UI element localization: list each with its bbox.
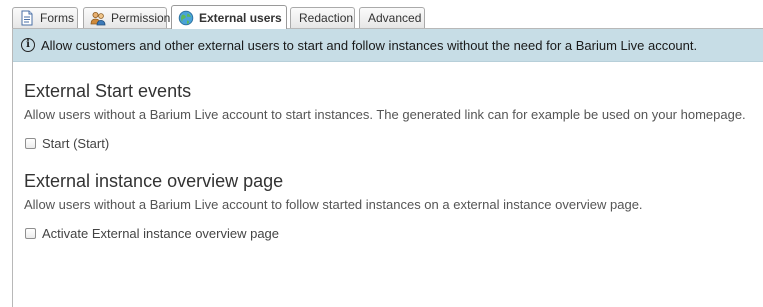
start-checkbox-row[interactable]: Start (Start) xyxy=(24,136,759,151)
info-text: Allow customers and other external users… xyxy=(41,37,698,53)
tab-label: Forms xyxy=(40,11,74,25)
external-users-panel: i Allow customers and other external use… xyxy=(12,28,763,307)
tab-label: Permission xyxy=(111,11,171,25)
section-title: External instance overview page xyxy=(24,171,284,191)
info-icon: i xyxy=(21,38,35,52)
tab-label: Redaction xyxy=(299,11,354,25)
globe-icon xyxy=(178,10,194,26)
section-title: External Start events xyxy=(24,81,192,101)
tab-permission[interactable]: Permission xyxy=(83,7,171,28)
start-checkbox-label[interactable]: Start (Start) xyxy=(42,136,109,151)
external-start-events-section: External Start events Allow users withou… xyxy=(24,81,759,151)
start-checkbox[interactable] xyxy=(25,138,36,149)
tab-forms[interactable]: Forms xyxy=(12,7,78,28)
tab-label: Advanced xyxy=(368,11,422,25)
tab-advanced[interactable]: Advanced xyxy=(359,7,425,28)
tab-bar: Forms Permission External users Redactio… xyxy=(0,0,763,29)
document-icon xyxy=(19,10,35,26)
info-banner: i Allow customers and other external use… xyxy=(13,29,763,62)
overview-checkbox-label[interactable]: Activate External instance overview page xyxy=(42,226,279,241)
section-description: Allow users without a Barium Live accoun… xyxy=(24,197,643,212)
section-description: Allow users without a Barium Live accoun… xyxy=(24,107,746,122)
tab-external-users[interactable]: External users xyxy=(171,5,287,29)
overview-checkbox-row[interactable]: Activate External instance overview page xyxy=(24,226,759,241)
tab-label: External users xyxy=(199,10,282,25)
overview-checkbox[interactable] xyxy=(25,228,36,239)
users-icon xyxy=(90,10,106,26)
tab-redaction[interactable]: Redaction xyxy=(290,7,355,28)
external-overview-section: External instance overview page Allow us… xyxy=(24,171,759,241)
